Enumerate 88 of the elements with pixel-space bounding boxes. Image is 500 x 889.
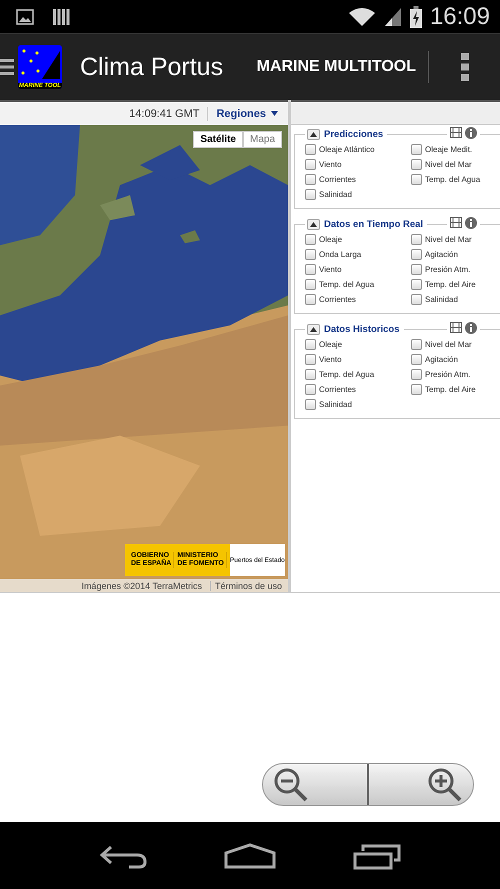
regions-dropdown[interactable]: Regiones: [216, 108, 278, 120]
caret-up-icon: [310, 222, 317, 227]
panel-title: Predicciones: [324, 129, 384, 140]
checkbox[interactable]: [305, 144, 316, 155]
checkbox[interactable]: [411, 174, 422, 185]
option-label: Corrientes: [319, 385, 356, 394]
checkbox[interactable]: [411, 144, 422, 155]
barcode-icon: [52, 8, 70, 26]
checkbox[interactable]: [411, 354, 422, 365]
checkbox[interactable]: [305, 294, 316, 305]
checkbox[interactable]: [305, 339, 316, 350]
checkbox[interactable]: [305, 369, 316, 380]
time-text: 14:09:41 GMT: [129, 108, 200, 120]
checkbox[interactable]: [305, 264, 316, 275]
option-label: Viento: [319, 160, 342, 169]
option-label: Presión Atm.: [425, 265, 470, 274]
film-icon[interactable]: [450, 322, 462, 333]
option-label: Temp. del Agua: [319, 370, 374, 379]
zoom-out-icon: [273, 766, 309, 802]
option-label: Agitación: [425, 355, 458, 364]
recent-apps-icon[interactable]: [353, 842, 402, 870]
attribution-text: Imágenes ©2014 TerraMetrics: [81, 580, 202, 590]
info-icon[interactable]: [465, 217, 477, 229]
map-type-tab[interactable]: Mapa: [242, 131, 282, 148]
option-label: Salinidad: [425, 295, 458, 304]
collapse-button[interactable]: [307, 129, 320, 140]
option-label: Presión Atm.: [425, 370, 470, 379]
checkbox[interactable]: [411, 264, 422, 275]
option-label: Agitación: [425, 250, 458, 259]
option-label: Viento: [319, 265, 342, 274]
terms-link[interactable]: Términos de uso: [210, 580, 282, 590]
battery-icon: [410, 6, 422, 28]
caret-icon: [271, 111, 278, 116]
app-title: Clima Portus: [80, 52, 224, 82]
option-label: Oleaje Atlántico: [319, 145, 375, 154]
option-label: Temp. del Agua: [425, 175, 480, 184]
panel-title: Datos Historicos: [324, 324, 400, 335]
zoom-in-icon: [427, 766, 463, 802]
home-icon[interactable]: [224, 842, 276, 868]
checkbox[interactable]: [411, 234, 422, 245]
option-label: Nivel del Mar: [425, 340, 472, 349]
menu-icon[interactable]: [0, 56, 14, 78]
checkbox[interactable]: [305, 159, 316, 170]
film-icon[interactable]: [450, 127, 462, 138]
option-label: Corrientes: [319, 175, 356, 184]
checkbox[interactable]: [411, 294, 422, 305]
clock-text: 16:09: [430, 2, 490, 30]
option-label: Corrientes: [319, 295, 356, 304]
wifi-icon: [348, 6, 376, 26]
option-label: Temp. del Aire: [425, 280, 476, 289]
checkbox[interactable]: [305, 189, 316, 200]
collapse-button[interactable]: [307, 324, 320, 335]
checkbox[interactable]: [305, 174, 316, 185]
collapse-button[interactable]: [307, 219, 320, 230]
option-label: Nivel del Mar: [425, 160, 472, 169]
option-label: Viento: [319, 355, 342, 364]
checkbox[interactable]: [411, 159, 422, 170]
option-label: Temp. del Agua: [319, 280, 374, 289]
option-label: Salinidad: [319, 400, 352, 409]
info-icon[interactable]: [465, 127, 477, 139]
checkbox[interactable]: [411, 339, 422, 350]
checkbox[interactable]: [305, 354, 316, 365]
signal-icon: [384, 6, 402, 26]
checkbox[interactable]: [305, 234, 316, 245]
option-label: Oleaje Medit.: [425, 145, 472, 154]
checkbox[interactable]: [305, 279, 316, 290]
map-type-tab[interactable]: Satélite: [193, 131, 243, 148]
option-label: Nivel del Mar: [425, 235, 472, 244]
checkbox[interactable]: [305, 384, 316, 395]
info-icon[interactable]: [465, 322, 477, 334]
option-label: Onda Larga: [319, 250, 362, 259]
panel-title: Datos en Tiempo Real: [324, 219, 424, 230]
app-subtitle: MARINE MULTITOOL: [256, 51, 429, 83]
image-icon: [16, 8, 34, 24]
option-label: Salinidad: [319, 190, 352, 199]
caret-up-icon: [310, 327, 317, 332]
option-label: Oleaje: [319, 235, 342, 244]
film-icon[interactable]: [450, 217, 462, 228]
option-label: Oleaje: [319, 340, 342, 349]
checkbox[interactable]: [411, 249, 422, 260]
overflow-menu-icon[interactable]: [461, 53, 469, 81]
checkbox[interactable]: [305, 399, 316, 410]
checkbox[interactable]: [411, 279, 422, 290]
option-label: Temp. del Aire: [425, 385, 476, 394]
checkbox[interactable]: [411, 369, 422, 380]
checkbox[interactable]: [411, 384, 422, 395]
checkbox[interactable]: [305, 249, 316, 260]
caret-up-icon: [310, 132, 317, 137]
